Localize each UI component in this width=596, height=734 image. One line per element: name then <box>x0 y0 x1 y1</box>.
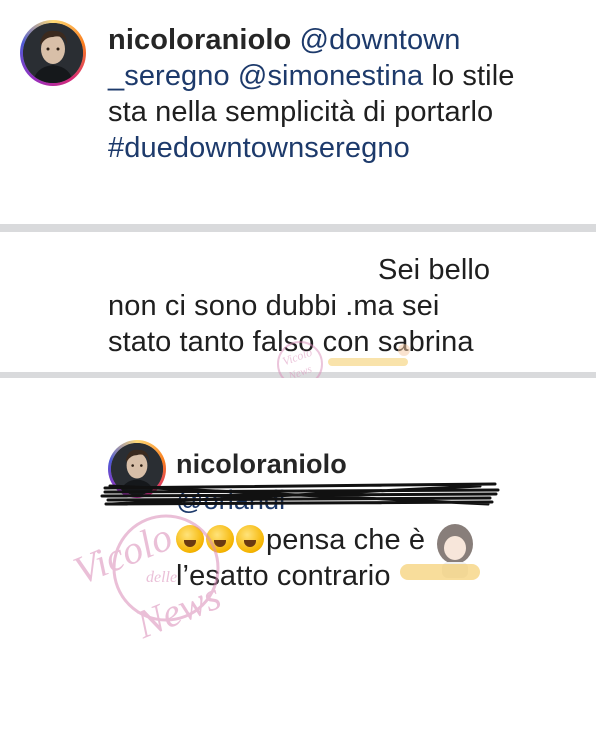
reply-body-1: pensa che è <box>266 524 426 556</box>
avatar-face-icon <box>23 23 83 83</box>
caption-mention-downtown[interactable]: @downtown <box>300 24 461 56</box>
caption-body-2: sta nella semplicità di portarlo <box>108 96 494 128</box>
comment-line-1: Sei bello <box>378 254 491 286</box>
sticker-banner-icon <box>400 564 480 580</box>
caption-text: nicoloraniolo @downtown _seregno @simone… <box>108 22 578 166</box>
watermark-line3: News <box>129 573 227 640</box>
watermark-line2: delle <box>146 569 177 586</box>
caption-avatar[interactable] <box>20 20 86 86</box>
caption-mention-seregno[interactable]: _seregno <box>108 60 230 92</box>
caption-mention-simonestina[interactable]: @simonestina <box>238 60 423 92</box>
laughing-emoji-icon <box>236 525 264 553</box>
caption-body-1: lo stile <box>431 60 515 92</box>
avatar-photo <box>23 23 83 83</box>
comment-line-2: non ci sono dubbi .ma sei <box>108 290 440 322</box>
caption-hashtag[interactable]: #duedowntownseregno <box>108 132 410 164</box>
caption-username[interactable]: nicoloraniolo <box>108 24 291 56</box>
watermark-logo: Vicolo delle News <box>67 514 227 640</box>
